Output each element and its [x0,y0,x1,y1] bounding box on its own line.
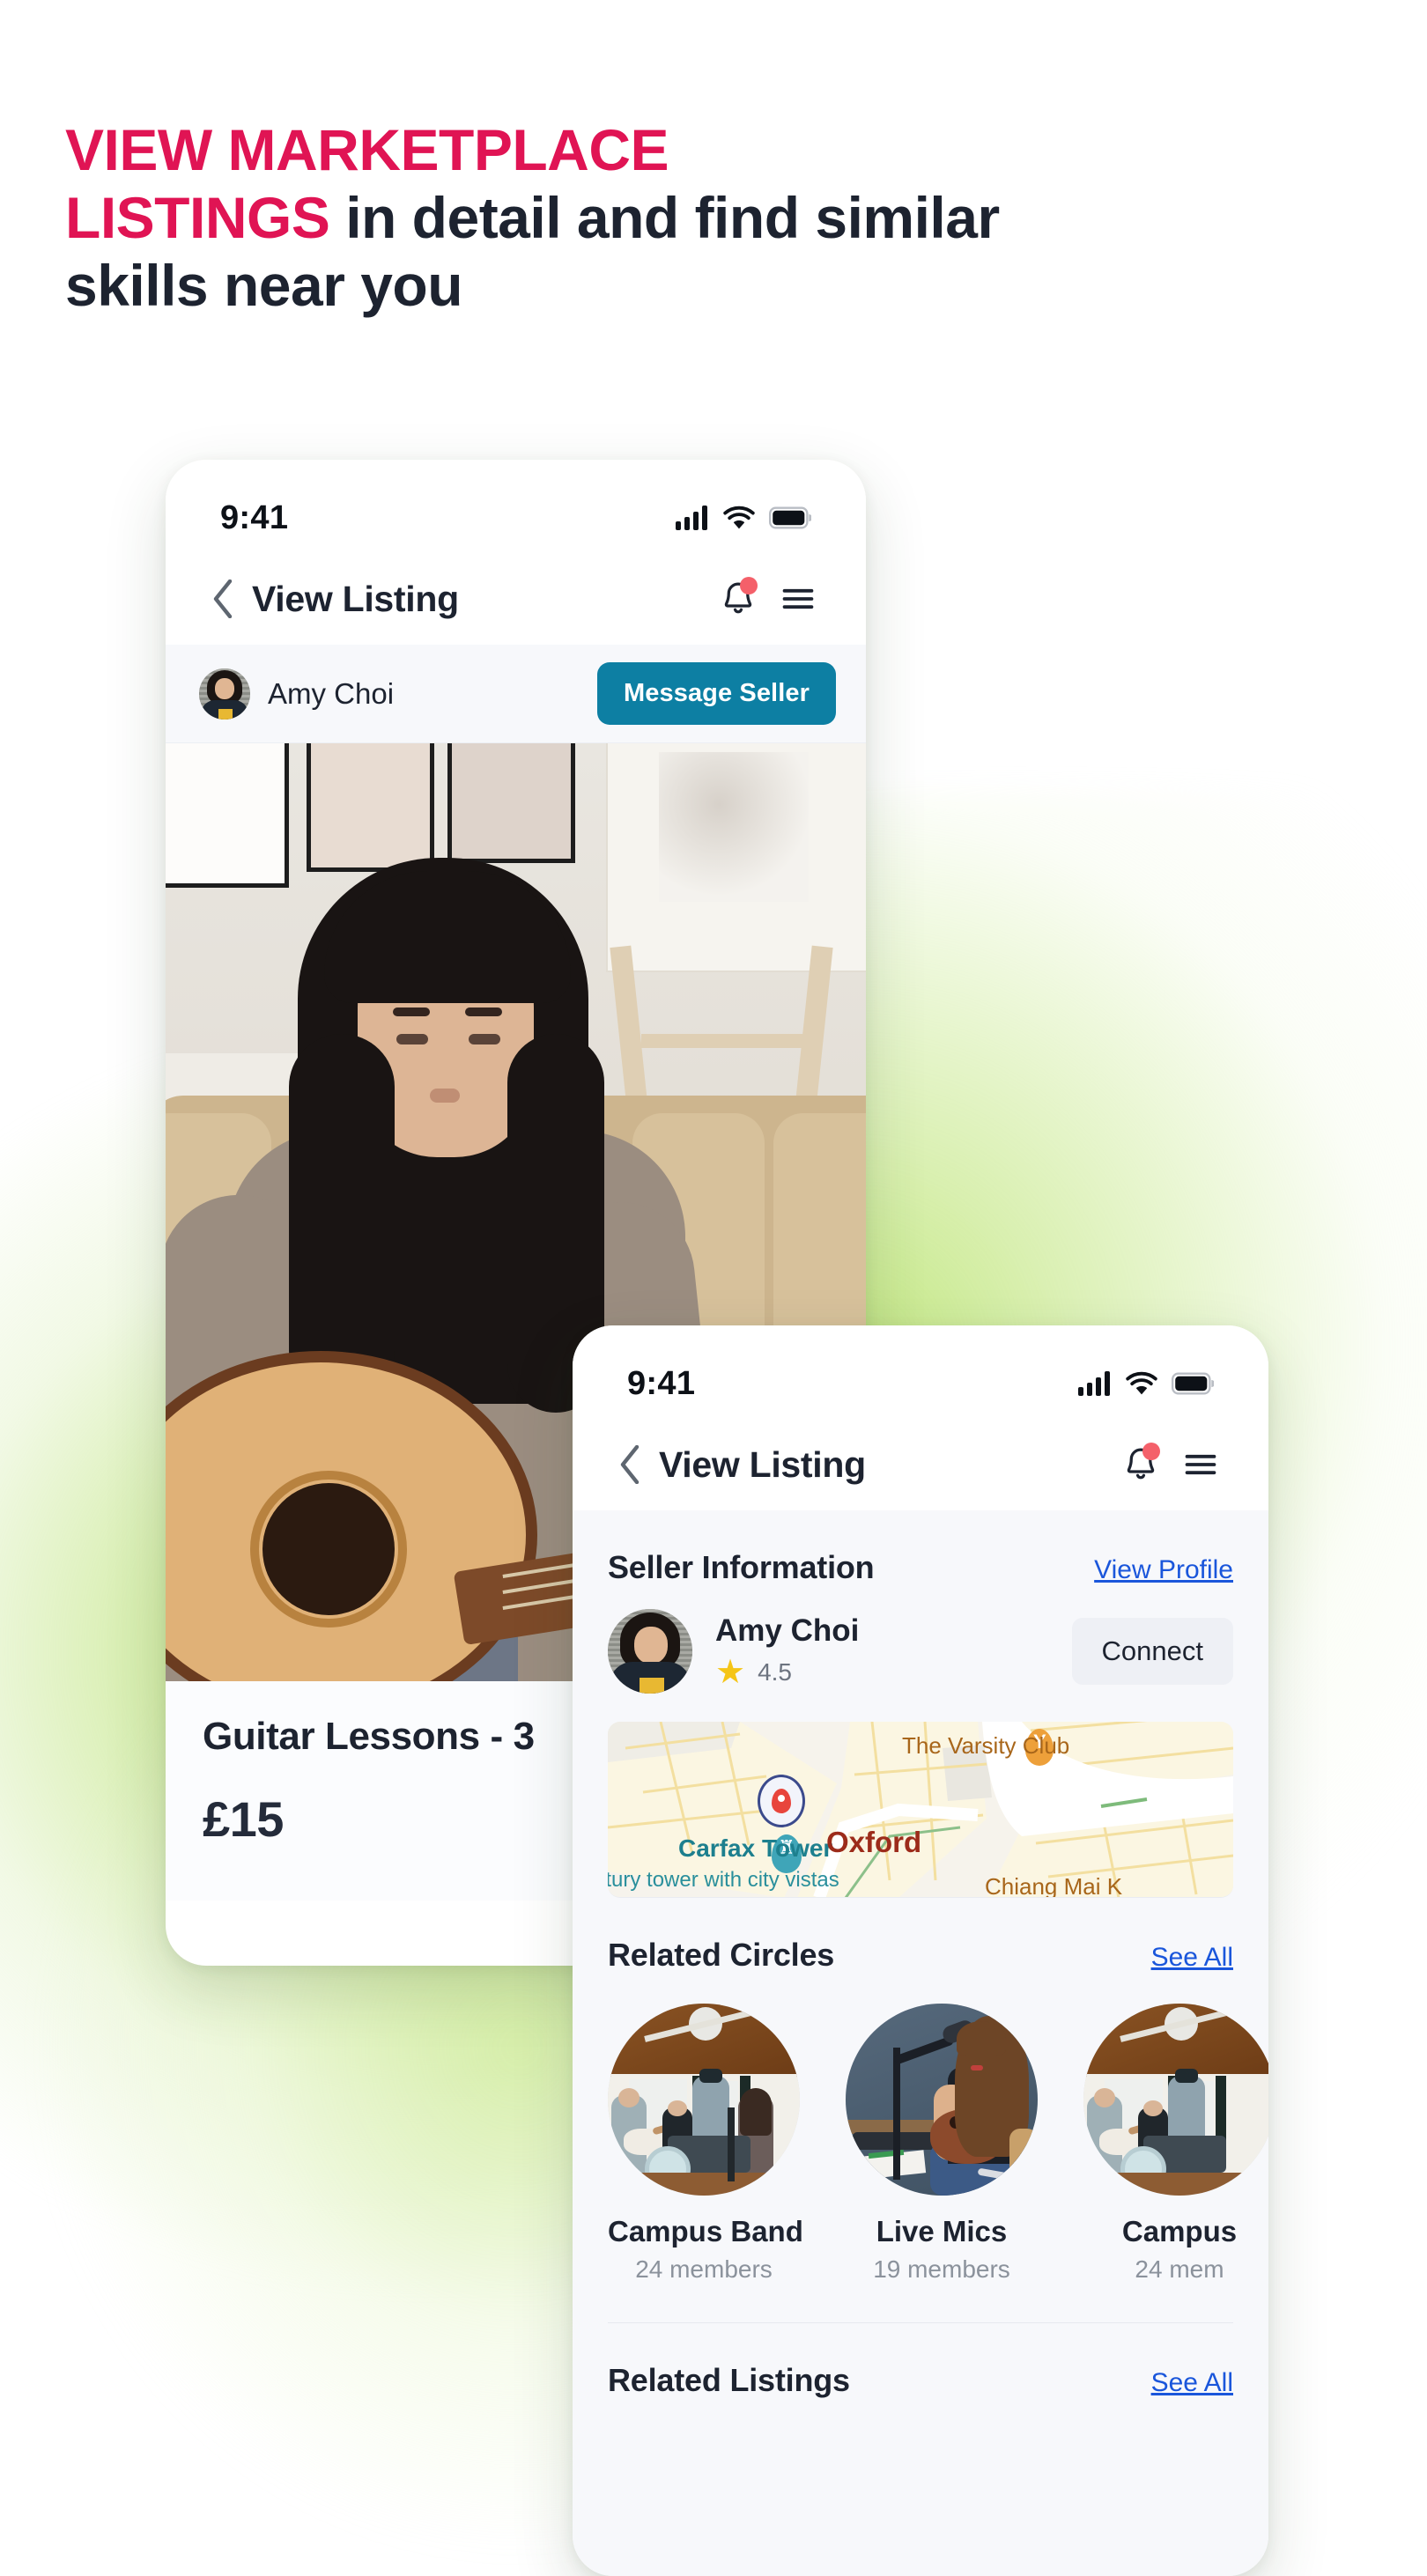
circle-member-count: 19 members [873,2255,1010,2283]
map-label-chiang-mai: Chiang Mai K [985,1873,1123,1898]
status-bar: 9:41 [166,460,866,553]
nav-bar-2: View Listing [573,1419,1268,1510]
notifications-button-2[interactable] [1113,1437,1168,1492]
message-seller-button[interactable]: Message Seller [597,662,836,725]
status-bar-2: 9:41 [573,1325,1268,1419]
related-circles-see-all-link[interactable]: See All [1151,1943,1233,1973]
circle-member-count: 24 members [635,2255,773,2283]
map-label-oxford: Oxford [826,1826,922,1858]
related-circles-section: Related Circles See All Campus Band 24 m… [573,1898,1268,2323]
status-icons-2 [1078,1371,1214,1396]
circle-name: Campus [1121,2215,1238,2248]
circle-card[interactable]: Campus Band 24 members [608,2004,803,2284]
related-listings-title: Related Listings [608,2362,850,2398]
headline-pink-line2: LISTINGS [65,185,330,251]
view-profile-link[interactable]: View Profile [1094,1555,1233,1585]
notification-badge-dot [1142,1443,1160,1460]
circle-member-count: 24 mem [1135,2255,1224,2283]
map-label-carfax-sub: ntury tower with city vistas [608,1868,839,1892]
circle-card[interactable]: Live Mics 19 members [846,2004,1038,2284]
wifi-icon [723,506,755,529]
star-icon: ★ [715,1654,746,1691]
signal-bars-icon [676,506,707,530]
related-circles-title: Related Circles [608,1937,835,1973]
seller-information-title: Seller Information [608,1549,875,1585]
wifi-icon [1126,1371,1157,1395]
headline-pink-line1: VIEW MARKETPLACE [65,117,669,182]
battery-full-icon [769,506,811,529]
back-button-2[interactable] [608,1442,654,1487]
status-time: 9:41 [220,498,289,536]
circle-name: Live Mics [876,2215,1008,2248]
chevron-left-icon [213,579,233,618]
map-label-varsity-club: The Varsity Club [902,1732,1070,1759]
circle-avatar[interactable] [1083,2004,1268,2196]
related-listings-see-all-link[interactable]: See All [1151,2368,1233,2398]
phone2-scroll-body[interactable]: Seller Information View Profile Amy Choi… [573,1510,1268,2576]
notification-badge-dot [740,577,758,594]
seller-information-section: Seller Information View Profile Amy Choi… [573,1510,1268,1898]
back-button[interactable] [201,576,247,622]
page-title: View Listing [252,578,459,619]
circle-avatar[interactable] [846,2004,1038,2196]
headline-dark-line3: skills near you [65,253,463,319]
user-location-pin [758,1775,805,1827]
related-circles-list[interactable]: Campus Band 24 members Live Mics 19 memb… [608,1974,1268,2292]
menu-button[interactable] [771,572,825,626]
circle-avatar[interactable] [608,2004,800,2196]
map-label-carfax-tower: Carfax Tower [678,1834,833,1862]
seller-avatar-large[interactable] [608,1609,692,1694]
headline-dark-line2: in detail and find similar [329,185,1000,251]
related-circles-header: Related Circles See All [608,1898,1233,1974]
status-icons [676,506,811,530]
seller-name: Amy Choi [268,676,395,710]
page-title-2: View Listing [659,1443,866,1485]
menu-button-2[interactable] [1173,1437,1228,1492]
hamburger-menu-icon [782,588,814,609]
seller-rating: ★ 4.5 [715,1656,859,1689]
hamburger-menu-icon [1185,1454,1216,1475]
seller-row: Amy Choi ★ 4.5 Connect [608,1586,1233,1702]
seller-strip: Amy Choi Message Seller [166,645,866,743]
circle-card[interactable]: Campus 24 mem [1083,2004,1268,2284]
nav-bar: View Listing [166,553,866,645]
signal-bars-icon [1078,1371,1110,1396]
seller-location-map[interactable]: The Varsity Club Carfax Tower ntury towe… [608,1722,1233,1898]
status-time-2: 9:41 [627,1364,696,1402]
circle-name: Campus Band [608,2215,803,2248]
rating-value: 4.5 [758,1658,793,1686]
seller-information-header: Seller Information View Profile [608,1510,1233,1586]
notifications-button[interactable] [711,572,765,626]
phone-mockup-seller-info: 9:41 View Listing Seller Information Vie… [573,1325,1268,2576]
seller-avatar[interactable] [199,668,250,720]
related-listings-section: Related Listings See All [573,2323,1268,2399]
battery-full-icon [1172,1372,1214,1395]
connect-button[interactable]: Connect [1071,1618,1233,1685]
related-listings-header: Related Listings See All [608,2323,1233,2399]
seller-name-block: Amy Choi ★ 4.5 [715,1613,859,1689]
chevron-left-icon [620,1445,640,1484]
page-headline: VIEW MARKETPLACE LISTINGS in detail and … [65,116,1360,321]
seller-name-2: Amy Choi [715,1613,860,1648]
